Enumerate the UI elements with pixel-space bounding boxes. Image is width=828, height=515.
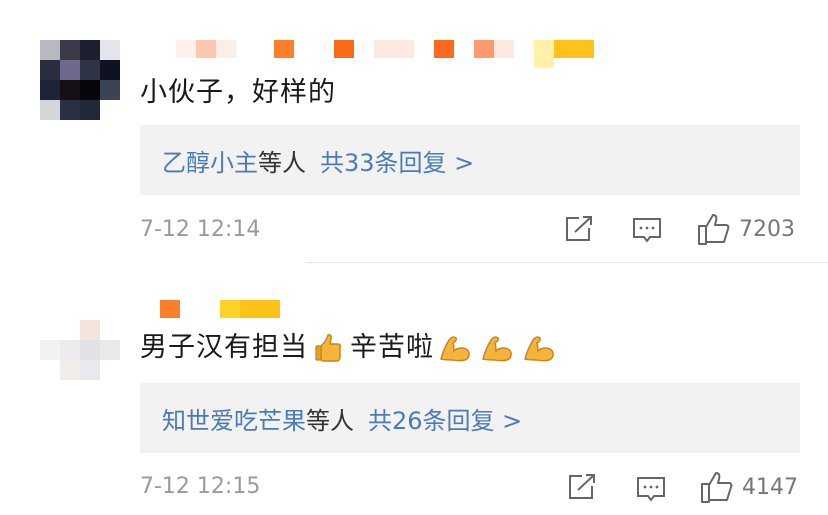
flexed-biceps-emoji-icon [438, 331, 472, 365]
comment-item: 小伙子，好样的 乙醇小主 等人 共33条回复 > 7-12 12:14 7203 [0, 0, 828, 262]
avatar[interactable] [40, 40, 120, 120]
comment-item: 男子汉有担当 辛苦啦 知世爱吃芒果 等人 共26条回复 > 7-12 12:15… [0, 265, 828, 515]
username-mosaic[interactable] [140, 300, 280, 318]
timestamp: 7-12 12:14 [140, 217, 261, 242]
thumbs-up-emoji-icon [312, 331, 346, 365]
like-thumb-icon [701, 472, 733, 503]
like-thumb-icon [698, 214, 730, 245]
reply-suffix: 等人 [258, 148, 306, 177]
reply-summary[interactable]: 知世爱吃芒果 等人 共26条回复 > [140, 383, 800, 453]
share-icon [566, 216, 592, 241]
comment-button[interactable] [632, 217, 662, 245]
comment-icon [637, 477, 665, 502]
like-button[interactable]: 7203 [697, 212, 795, 246]
reply-names[interactable]: 乙醇小主 [162, 143, 258, 178]
comment-text: 男子汉有担当 辛苦啦 [140, 331, 560, 365]
avatar[interactable] [40, 300, 120, 380]
divider [306, 262, 828, 263]
username-mosaic[interactable] [140, 40, 594, 68]
share-icon [569, 474, 595, 499]
share-button[interactable] [567, 473, 597, 501]
comment-text-main: 男子汉有担当 [140, 332, 308, 363]
reply-names[interactable]: 知世爱吃芒果 [162, 401, 306, 436]
flexed-biceps-emoji-icon [480, 331, 514, 365]
comment-button[interactable] [636, 476, 666, 504]
flexed-biceps-emoji-icon [522, 331, 556, 365]
timestamp: 7-12 12:15 [140, 474, 261, 499]
reply-summary[interactable]: 乙醇小主 等人 共33条回复 > [140, 125, 800, 195]
share-button[interactable] [564, 215, 594, 243]
comment-icon [633, 218, 661, 243]
reply-suffix: 等人 [306, 406, 354, 435]
comment-text: 小伙子，好样的 [140, 77, 336, 108]
reply-count-link[interactable]: 共26条回复 > [368, 401, 522, 436]
like-count: 7203 [739, 216, 795, 242]
like-button[interactable]: 4147 [700, 470, 798, 504]
like-count: 4147 [742, 474, 798, 500]
comment-text-after: 辛苦啦 [350, 332, 434, 363]
reply-count-link[interactable]: 共33条回复 > [320, 143, 474, 178]
